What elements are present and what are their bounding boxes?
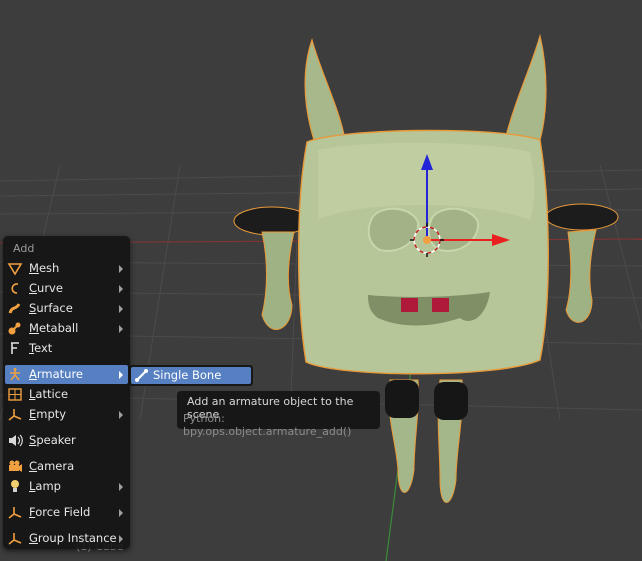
- empty-icon: [8, 409, 22, 421]
- menu-item-lattice[interactable]: Lattice: [5, 385, 128, 404]
- add-menu: Add Mesh Curve Surface Metaball Text Arm…: [3, 236, 130, 549]
- menu-item-label: Camera: [29, 459, 75, 473]
- submenu-arrow-icon: [119, 483, 123, 491]
- menu-item-label: Group Instance: [29, 531, 117, 545]
- menu-item-camera[interactable]: Camera: [5, 457, 128, 476]
- menu-item-label: Mesh: [29, 261, 60, 275]
- speaker-icon: [9, 434, 23, 447]
- menu-item-lamp[interactable]: Lamp: [5, 477, 128, 496]
- menu-item-mesh[interactable]: Mesh: [5, 259, 128, 278]
- lattice-icon: [8, 388, 22, 401]
- group-instance-icon: [8, 533, 22, 545]
- menu-item-label: Text: [29, 341, 53, 355]
- force-field-icon: [8, 507, 22, 519]
- menu-item-label: Armature: [29, 367, 83, 381]
- tooltip: Add an armature object to the scene Pyth…: [177, 391, 380, 438]
- armature-submenu: Single Bone: [129, 365, 253, 386]
- menu-item-metaball[interactable]: Metaball: [5, 319, 128, 338]
- menu-item-text[interactable]: Text: [5, 339, 128, 358]
- submenu-item-single-bone[interactable]: Single Bone: [131, 367, 251, 384]
- submenu-arrow-icon: [119, 285, 123, 293]
- text-icon: [11, 342, 19, 354]
- menu-item-label: Lattice: [29, 387, 69, 401]
- metaball-icon: [8, 322, 21, 335]
- surface-icon: [8, 303, 21, 314]
- menu-item-label: Metaball: [29, 321, 79, 335]
- curve-icon: [11, 283, 19, 294]
- menu-item-group-instance[interactable]: Group Instance: [5, 529, 128, 548]
- menu-item-curve[interactable]: Curve: [5, 279, 128, 298]
- submenu-arrow-icon: [119, 411, 123, 419]
- lamp-icon: [11, 480, 19, 492]
- submenu-arrow-icon: [119, 305, 123, 313]
- menu-item-label: Empty: [29, 407, 67, 421]
- menu-item-label: Lamp: [29, 479, 61, 493]
- menu-item-label: Surface: [29, 301, 73, 315]
- submenu-arrow-icon: [119, 371, 123, 379]
- menu-item-empty[interactable]: Empty: [5, 405, 128, 424]
- menu-item-armature[interactable]: Armature: [5, 365, 128, 384]
- armature-icon: [10, 368, 20, 381]
- camera-icon: [9, 460, 22, 472]
- menu-item-surface[interactable]: Surface: [5, 299, 128, 318]
- submenu-arrow-icon: [119, 325, 123, 333]
- submenu-item-label: Single Bone: [153, 368, 222, 382]
- menu-item-label: Force Field: [29, 505, 91, 519]
- tooltip-python: Python: bpy.ops.object.armature_add(): [183, 412, 352, 438]
- menu-item-speaker[interactable]: Speaker: [5, 431, 128, 450]
- menu-item-label: Speaker: [29, 433, 76, 447]
- bone-icon: [135, 369, 148, 382]
- add-menu-title: Add: [13, 242, 35, 255]
- submenu-arrow-icon: [119, 509, 123, 517]
- mesh-icon: [7, 263, 23, 276]
- menu-item-force-field[interactable]: Force Field: [5, 503, 128, 522]
- submenu-arrow-icon: [119, 535, 123, 543]
- submenu-arrow-icon: [119, 265, 123, 273]
- menu-item-label: Curve: [29, 281, 63, 295]
